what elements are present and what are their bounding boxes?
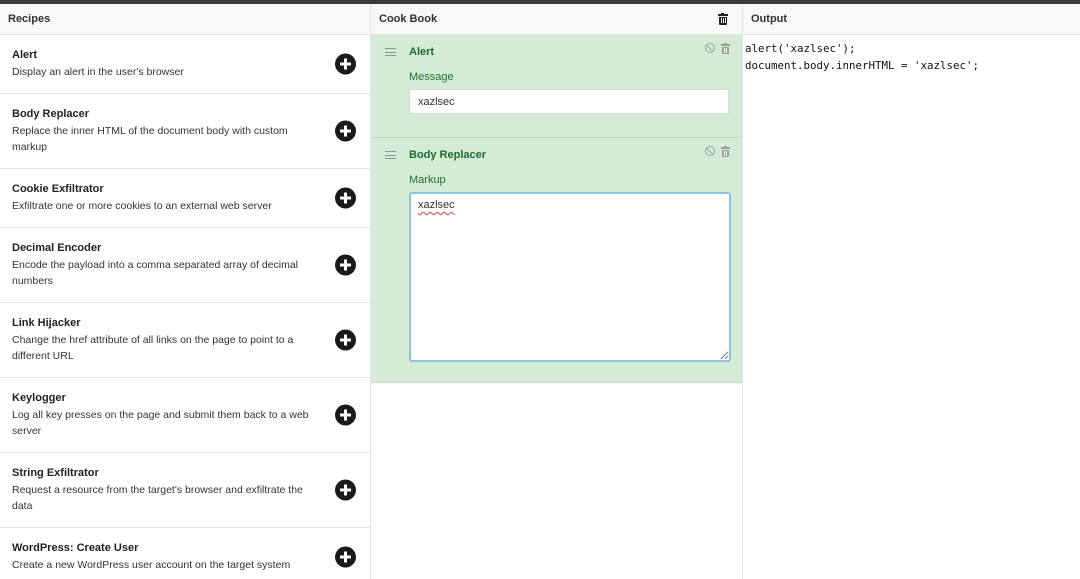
recipe-description: Replace the inner HTML of the document b… [12,124,288,153]
plus-circle-icon[interactable] [335,546,356,568]
recipe-name: String Exfiltrator [12,466,99,479]
recipe-name: Alert [12,48,38,61]
recipe-item-wordpress-create-user: WordPress: Create User Create a new Word… [0,528,370,579]
cookbook-panel: Cook Book Alert Message xazlsec Body Rep… [371,4,743,579]
message-input[interactable] [409,89,729,114]
output-header-label: Output [751,13,788,25]
output-line: document.body.innerHTML = 'xazlsec'; [745,58,980,72]
disable-icon[interactable] [705,146,715,156]
cookbook-step-alert: Alert Message [371,35,742,138]
cookbook-step-body-replacer: Body Replacer Markup xazlsec [371,138,742,383]
drag-handle-icon[interactable] [385,151,396,159]
step-actions [705,146,730,157]
recipe-item-alert: Alert Display an alert in the user's bro… [0,35,370,94]
cookbook-header-label: Cook Book [379,13,438,25]
trash-icon[interactable] [718,13,728,28]
recipe-item-keylogger: Keylogger Log all key presses on the pag… [0,378,370,453]
recipe-description: Exfiltrate one or more cookies to an ext… [12,199,272,212]
plus-circle-icon[interactable] [335,53,356,75]
output-panel: Output alert('xazlsec'); document.body.in… [743,4,1080,579]
recipe-description: Change the href attribute of all links o… [12,333,294,362]
recipe-name: Body Replacer [12,107,90,120]
cookbook-header: Cook Book [371,4,742,35]
recipe-item-body-replacer: Body Replacer Replace the inner HTML of … [0,94,370,169]
recipe-name: Decimal Encoder [12,241,102,254]
recipes-header: Recipes [0,4,370,35]
recipe-description: Display an alert in the user's browser [12,65,184,78]
recipe-name: Keylogger [12,391,66,404]
trash-icon[interactable] [721,43,730,54]
recipe-description: Log all key presses on the page and subm… [12,408,309,437]
output-header: Output [743,4,1080,35]
recipe-name: Cookie Exfiltrator [12,182,104,195]
plus-circle-icon[interactable] [335,187,356,209]
plus-circle-icon[interactable] [335,329,356,351]
recipe-description: Encode the payload into a comma separate… [12,258,298,287]
recipe-item-string-exfiltrator: String Exfiltrator Request a resource fr… [0,453,370,528]
recipe-item-cookie-exfiltrator: Cookie Exfiltrator Exfiltrate one or mor… [0,169,370,228]
output-line: alert('xazlsec'); [745,42,856,55]
recipes-header-label: Recipes [8,13,51,25]
trash-icon[interactable] [721,146,730,157]
step-field-label: Message [409,71,454,83]
plus-circle-icon[interactable] [335,404,356,426]
recipe-name: Link Hijacker [12,316,81,329]
plus-circle-icon[interactable] [335,254,356,276]
step-title: Body Replacer [409,149,487,161]
recipe-item-decimal-encoder: Decimal Encoder Encode the payload into … [0,228,370,303]
drag-handle-icon[interactable] [385,48,396,56]
recipes-panel: Recipes Alert Display an alert in the us… [0,4,371,579]
plus-circle-icon[interactable] [335,120,356,142]
step-field-label: Markup [409,174,446,186]
plus-circle-icon[interactable] [335,479,356,501]
recipe-name: WordPress: Create User [12,541,139,554]
output-code: alert('xazlsec'); document.body.innerHTML… [743,35,1080,80]
disable-icon[interactable] [705,43,715,53]
recipe-description: Create a new WordPress user account on t… [12,558,291,571]
step-actions [705,43,730,54]
recipe-description: Request a resource from the target's bro… [12,483,303,512]
markup-textarea[interactable]: xazlsec [409,192,731,362]
step-title: Alert [409,46,435,58]
recipe-item-link-hijacker: Link Hijacker Change the href attribute … [0,303,370,378]
